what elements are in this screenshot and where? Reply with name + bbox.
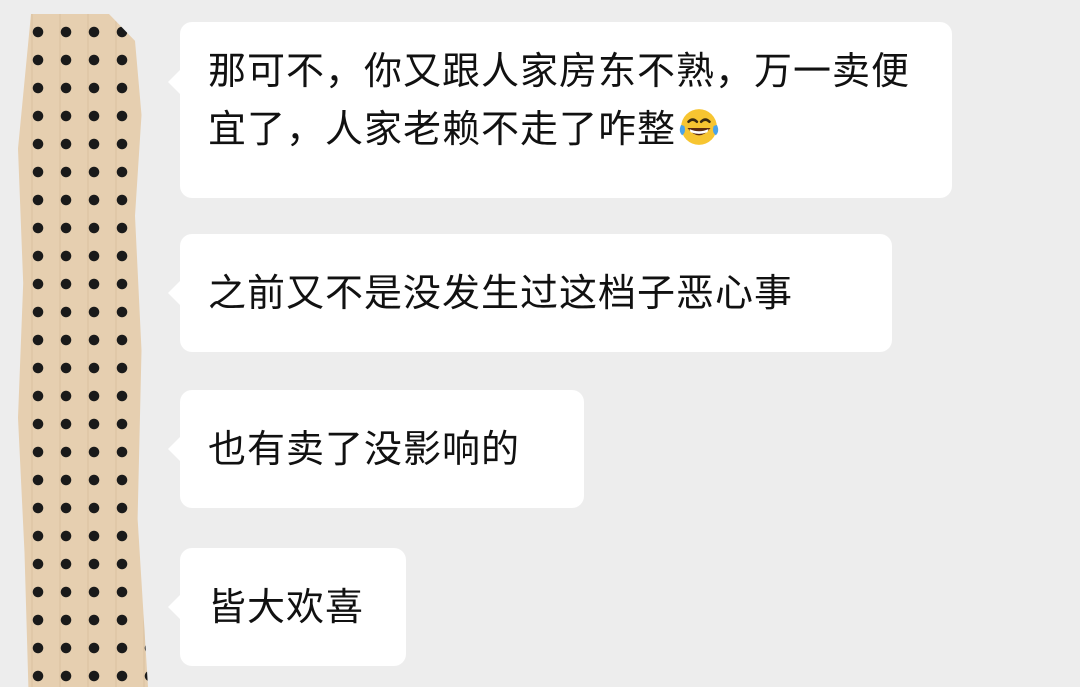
- message-bubble[interactable]: 之前又不是没发生过这档子恶心事: [168, 234, 892, 352]
- message-bubble[interactable]: 也有卖了没影响的: [168, 390, 584, 508]
- message-text: 之前又不是没发生过这档子恶心事: [208, 271, 794, 315]
- pixelated-avatar[interactable]: [18, 14, 148, 687]
- message-bubble[interactable]: 皆大欢喜: [168, 548, 406, 666]
- message-bubble[interactable]: 那可不，你又跟人家房东不熟，万一卖便宜了，人家老赖不走了咋整: [168, 22, 952, 198]
- laughing-tears-emoji-icon: [679, 109, 719, 145]
- message-text: 也有卖了没影响的: [208, 427, 521, 471]
- message-text: 那可不，你又跟人家房东不熟，万一卖便宜了，人家老赖不走了咋整: [208, 49, 911, 151]
- message-text: 皆大欢喜: [208, 585, 365, 629]
